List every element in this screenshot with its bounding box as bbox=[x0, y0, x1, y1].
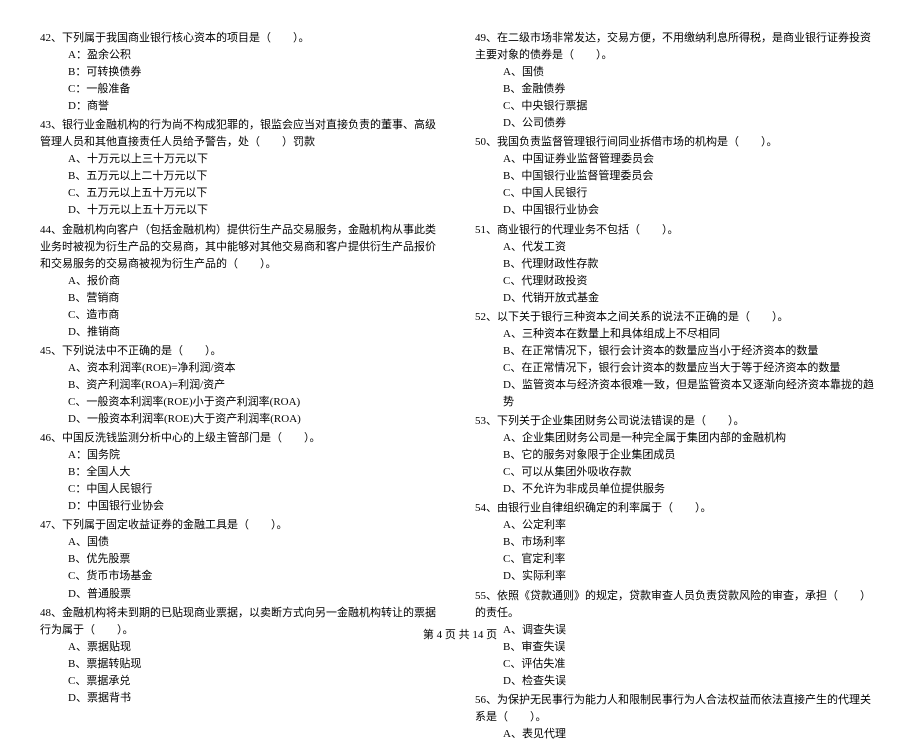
q49-opt-c: C、中央银行票据 bbox=[475, 98, 880, 115]
q54-opt-b: B、市场利率 bbox=[475, 534, 880, 551]
q45-opt-c: C、一般资本利润率(ROE)小于资产利润率(ROA) bbox=[40, 394, 445, 411]
q47-opt-a: A、国债 bbox=[40, 534, 445, 551]
question-49: 49、在二级市场非常发达，交易方便，不用缴纳利息所得税，是商业银行证券投资主要对… bbox=[475, 30, 880, 132]
q42-opt-c: C：一般准备 bbox=[40, 81, 445, 98]
q55-text: 55、依照《贷款通则》的规定，贷款审查人员负责贷款风险的审查，承担（ ）的责任。 bbox=[475, 588, 880, 622]
q51-opt-c: C、代理财政投资 bbox=[475, 273, 880, 290]
question-44: 44、金融机构向客户（包括金融机构）提供衍生产品交易服务，金融机构从事此类业务时… bbox=[40, 222, 445, 341]
q48-opt-d: D、票据背书 bbox=[40, 690, 445, 707]
q55-opt-d: D、检查失误 bbox=[475, 673, 880, 690]
q52-opt-b: B、在正常情况下，银行会计资本的数量应当小于经济资本的数量 bbox=[475, 343, 880, 360]
q49-opt-a: A、国债 bbox=[475, 64, 880, 81]
q48-opt-b: B、票据转贴现 bbox=[40, 656, 445, 673]
question-50: 50、我国负责监督管理银行间同业拆借市场的机构是（ ）。 A、中国证券业监督管理… bbox=[475, 134, 880, 219]
q51-opt-b: B、代理财政性存款 bbox=[475, 256, 880, 273]
page-footer: 第 4 页 共 14 页 bbox=[0, 626, 920, 642]
q50-opt-a: A、中国证券业监督管理委员会 bbox=[475, 151, 880, 168]
q56-text: 56、为保护无民事行为能力人和限制民事行为人合法权益而依法直接产生的代理关系是（… bbox=[475, 692, 880, 726]
question-47: 47、下列属于固定收益证券的金融工具是（ ）。 A、国债 B、优先股票 C、货币… bbox=[40, 517, 445, 602]
q43-opt-c: C、五万元以上五十万元以下 bbox=[40, 185, 445, 202]
q46-opt-d: D：中国银行业协会 bbox=[40, 498, 445, 515]
q44-opt-a: A、报价商 bbox=[40, 273, 445, 290]
question-54: 54、由银行业自律组织确定的利率属于（ ）。 A、公定利率 B、市场利率 C、官… bbox=[475, 500, 880, 585]
question-56: 56、为保护无民事行为能力人和限制民事行为人合法权益而依法直接产生的代理关系是（… bbox=[475, 692, 880, 743]
question-45: 45、下列说法中不正确的是（ ）。 A、资本利润率(ROE)=净利润/资本 B、… bbox=[40, 343, 445, 428]
question-42: 42、下列属于我国商业银行核心资本的项目是（ ）。 A：盈余公积 B：可转换债券… bbox=[40, 30, 445, 115]
q45-opt-a: A、资本利润率(ROE)=净利润/资本 bbox=[40, 360, 445, 377]
q54-opt-a: A、公定利率 bbox=[475, 517, 880, 534]
q53-opt-d: D、不允许为非成员单位提供服务 bbox=[475, 481, 880, 498]
q42-opt-d: D：商誉 bbox=[40, 98, 445, 115]
q52-text: 52、以下关于银行三种资本之间关系的说法不正确的是（ ）。 bbox=[475, 309, 880, 326]
q46-text: 46、中国反洗钱监测分析中心的上级主管部门是（ ）。 bbox=[40, 430, 445, 447]
q46-opt-b: B：全国人大 bbox=[40, 464, 445, 481]
q52-opt-c: C、在正常情况下，银行会计资本的数量应当大于等于经济资本的数量 bbox=[475, 360, 880, 377]
q49-text: 49、在二级市场非常发达，交易方便，不用缴纳利息所得税，是商业银行证券投资主要对… bbox=[475, 30, 880, 64]
q44-opt-c: C、造市商 bbox=[40, 307, 445, 324]
q44-opt-b: B、营销商 bbox=[40, 290, 445, 307]
q42-opt-a: A：盈余公积 bbox=[40, 47, 445, 64]
q53-opt-c: C、可以从集团外吸收存款 bbox=[475, 464, 880, 481]
q50-opt-b: B、中国银行业监督管理委员会 bbox=[475, 168, 880, 185]
question-48: 48、金融机构将未到期的已贴现商业票据，以卖断方式向另一金融机构转让的票据行为属… bbox=[40, 605, 445, 707]
q42-text: 42、下列属于我国商业银行核心资本的项目是（ ）。 bbox=[40, 30, 445, 47]
q56-opt-a: A、表见代理 bbox=[475, 726, 880, 743]
q49-opt-b: B、金融债券 bbox=[475, 81, 880, 98]
q43-opt-a: A、十万元以上三十万元以下 bbox=[40, 151, 445, 168]
q53-text: 53、下列关于企业集团财务公司说法错误的是（ ）。 bbox=[475, 413, 880, 430]
q48-opt-c: C、票据承兑 bbox=[40, 673, 445, 690]
q53-opt-a: A、企业集团财务公司是一种完全属于集团内部的金融机构 bbox=[475, 430, 880, 447]
q50-opt-c: C、中国人民银行 bbox=[475, 185, 880, 202]
q45-opt-d: D、一般资本利润率(ROE)大于资产利润率(ROA) bbox=[40, 411, 445, 428]
q55-opt-c: C、评估失准 bbox=[475, 656, 880, 673]
q47-opt-c: C、货币市场基金 bbox=[40, 568, 445, 585]
q51-text: 51、商业银行的代理业务不包括（ ）。 bbox=[475, 222, 880, 239]
q43-opt-b: B、五万元以上二十万元以下 bbox=[40, 168, 445, 185]
question-46: 46、中国反洗钱监测分析中心的上级主管部门是（ ）。 A：国务院 B：全国人大 … bbox=[40, 430, 445, 515]
q44-opt-d: D、推销商 bbox=[40, 324, 445, 341]
question-51: 51、商业银行的代理业务不包括（ ）。 A、代发工资 B、代理财政性存款 C、代… bbox=[475, 222, 880, 307]
q52-opt-d: D、监管资本与经济资本很难一致，但是监管资本又逐渐向经济资本靠拢的趋势 bbox=[475, 377, 880, 411]
q49-opt-d: D、公司债券 bbox=[475, 115, 880, 132]
question-53: 53、下列关于企业集团财务公司说法错误的是（ ）。 A、企业集团财务公司是一种完… bbox=[475, 413, 880, 498]
q44-text: 44、金融机构向客户（包括金融机构）提供衍生产品交易服务，金融机构从事此类业务时… bbox=[40, 222, 445, 273]
q45-opt-b: B、资产利润率(ROA)=利润/资产 bbox=[40, 377, 445, 394]
q47-text: 47、下列属于固定收益证券的金融工具是（ ）。 bbox=[40, 517, 445, 534]
q47-opt-d: D、普通股票 bbox=[40, 586, 445, 603]
q51-opt-d: D、代销开放式基金 bbox=[475, 290, 880, 307]
q50-text: 50、我国负责监督管理银行间同业拆借市场的机构是（ ）。 bbox=[475, 134, 880, 151]
q43-opt-d: D、十万元以上五十万元以下 bbox=[40, 202, 445, 219]
question-52: 52、以下关于银行三种资本之间关系的说法不正确的是（ ）。 A、三种资本在数量上… bbox=[475, 309, 880, 411]
q54-opt-c: C、官定利率 bbox=[475, 551, 880, 568]
question-43: 43、银行业金融机构的行为尚不构成犯罪的，银监会应当对直接负责的董事、高级管理人… bbox=[40, 117, 445, 219]
q45-text: 45、下列说法中不正确的是（ ）。 bbox=[40, 343, 445, 360]
q50-opt-d: D、中国银行业协会 bbox=[475, 202, 880, 219]
q46-opt-c: C：中国人民银行 bbox=[40, 481, 445, 498]
q54-opt-d: D、实际利率 bbox=[475, 568, 880, 585]
q43-text: 43、银行业金融机构的行为尚不构成犯罪的，银监会应当对直接负责的董事、高级管理人… bbox=[40, 117, 445, 151]
q54-text: 54、由银行业自律组织确定的利率属于（ ）。 bbox=[475, 500, 880, 517]
q42-opt-b: B：可转换债券 bbox=[40, 64, 445, 81]
q53-opt-b: B、它的服务对象限于企业集团成员 bbox=[475, 447, 880, 464]
q51-opt-a: A、代发工资 bbox=[475, 239, 880, 256]
q46-opt-a: A：国务院 bbox=[40, 447, 445, 464]
q47-opt-b: B、优先股票 bbox=[40, 551, 445, 568]
q52-opt-a: A、三种资本在数量上和具体组成上不尽相同 bbox=[475, 326, 880, 343]
